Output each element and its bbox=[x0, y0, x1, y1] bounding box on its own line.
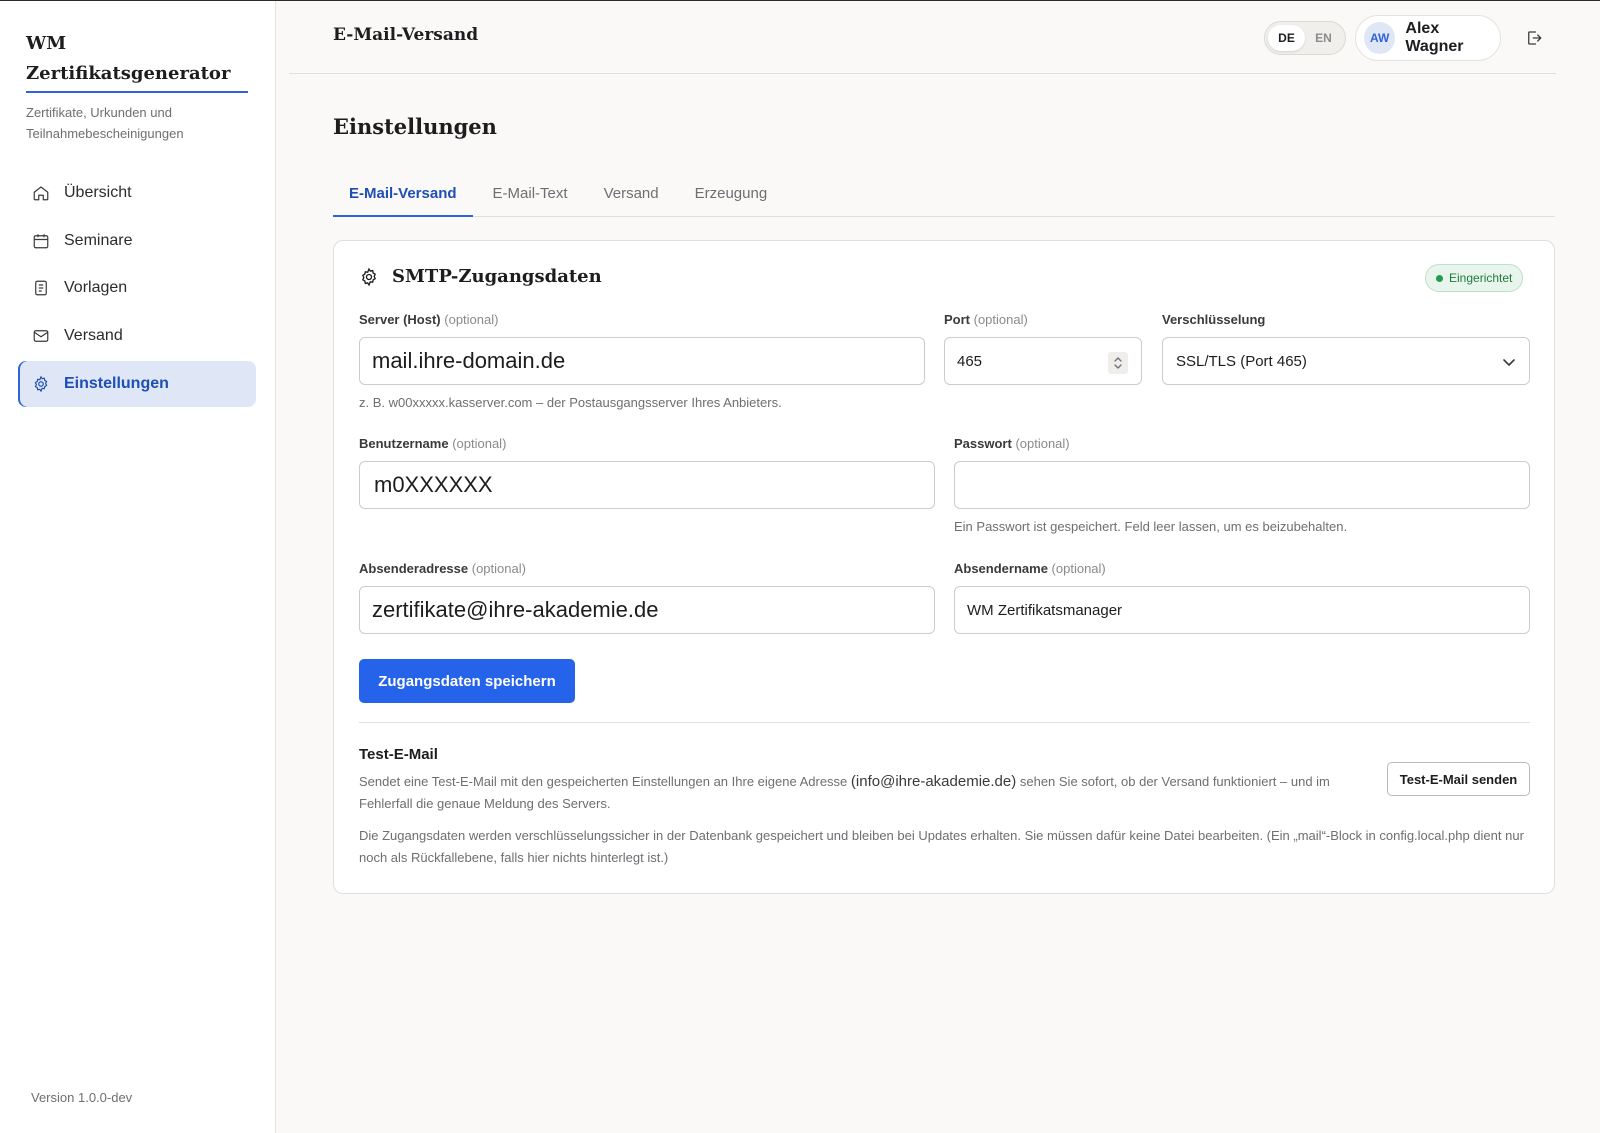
tab-generation[interactable]: Erzeugung bbox=[679, 174, 784, 217]
password-input[interactable] bbox=[954, 461, 1530, 509]
sidebar-nav: Übersicht Seminare Vorlagen Versand Eins… bbox=[18, 170, 256, 408]
test-desc-part-1: Sendet eine Test-E-Mail mit den gespeich… bbox=[359, 774, 848, 789]
optional-tag: (optional) bbox=[1015, 436, 1070, 451]
host-input[interactable] bbox=[359, 337, 925, 385]
sender-address-input[interactable] bbox=[359, 586, 935, 634]
sidebar-item-label: Seminare bbox=[64, 231, 133, 249]
status-text: Eingerichtet bbox=[1449, 271, 1513, 285]
page-title: Einstellungen bbox=[333, 114, 497, 139]
sender-name-label-text: Absendername bbox=[954, 561, 1048, 576]
username-label-text: Benutzername bbox=[359, 436, 449, 451]
test-desc-email: (info@ihre-akademie.de) bbox=[850, 773, 1017, 790]
section-divider bbox=[359, 722, 1530, 723]
sidebar-item-dispatch[interactable]: Versand bbox=[18, 313, 256, 359]
user-name: Alex Wagner bbox=[1405, 20, 1464, 55]
status-dot-icon bbox=[1436, 274, 1443, 282]
sidebar-item-label: Versand bbox=[64, 327, 123, 345]
lang-en-button[interactable]: EN bbox=[1305, 25, 1342, 51]
lang-de-button[interactable]: DE bbox=[1268, 25, 1305, 51]
test-email-description: Sendet eine Test-E-Mail mit den gespeich… bbox=[359, 771, 1369, 815]
stepper-arrows-icon bbox=[1114, 357, 1122, 369]
sidebar: WM Zertifikatsgenerator Zertifikate, Urk… bbox=[0, 1, 276, 1133]
test-email-title: Test-E-Mail bbox=[359, 746, 438, 763]
calendar-icon bbox=[33, 233, 49, 249]
encryption-select[interactable]: SSL/TLS (Port 465) bbox=[1162, 337, 1530, 385]
username-input[interactable] bbox=[359, 461, 935, 509]
encryption-value: SSL/TLS (Port 465) bbox=[1176, 352, 1307, 370]
language-switcher: DE EN bbox=[1264, 21, 1346, 55]
host-hint: z. B. w00xxxxx.kasserver.com – der Posta… bbox=[359, 395, 782, 410]
user-menu[interactable]: AW Alex Wagner bbox=[1355, 15, 1501, 61]
avatar: AW bbox=[1364, 22, 1396, 54]
app-version: Version 1.0.0-dev bbox=[31, 1090, 133, 1105]
sidebar-item-label: Einstellungen bbox=[64, 374, 169, 392]
sender-name-input[interactable] bbox=[954, 586, 1530, 634]
port-label: Port (optional) bbox=[944, 312, 1028, 327]
optional-tag: (optional) bbox=[973, 312, 1028, 327]
username-label: Benutzername (optional) bbox=[359, 436, 506, 451]
card-title: SMTP-Zugangsdaten bbox=[392, 266, 602, 287]
save-credentials-button[interactable]: Zugangsdaten speichern bbox=[359, 659, 575, 703]
tab-email-dispatch[interactable]: E-Mail-Versand bbox=[333, 174, 473, 217]
host-label: Server (Host) (optional) bbox=[359, 312, 498, 327]
smtp-card: SMTP-Zugangsdaten Eingerichtet Server (H… bbox=[333, 240, 1555, 894]
sidebar-item-overview[interactable]: Übersicht bbox=[18, 170, 256, 216]
optional-tag: (optional) bbox=[471, 561, 526, 576]
port-stepper[interactable] bbox=[1108, 352, 1128, 374]
sidebar-item-templates[interactable]: Vorlagen bbox=[18, 265, 256, 311]
sidebar-item-seminars[interactable]: Seminare bbox=[18, 218, 256, 264]
brand-subtitle: Zertifikate, Urkunden und Teilnahmebesch… bbox=[26, 105, 184, 141]
sender-address-label-text: Absenderadresse bbox=[359, 561, 469, 576]
storage-note: Die Zugangsdaten werden verschlüsselungs… bbox=[359, 828, 1524, 865]
mail-icon bbox=[33, 330, 49, 342]
password-hint: Ein Passwort ist gespeichert. Feld leer … bbox=[954, 519, 1348, 534]
document-icon bbox=[35, 281, 47, 296]
sender-name-label: Absendername (optional) bbox=[954, 561, 1106, 576]
logout-icon[interactable] bbox=[1525, 29, 1543, 47]
chevron-down-icon bbox=[1503, 359, 1515, 366]
gear-icon bbox=[34, 375, 48, 393]
brand-line-2: Zertifikatsgenerator bbox=[26, 63, 231, 84]
optional-tag: (optional) bbox=[1051, 561, 1106, 576]
encryption-label: Verschlüsselung bbox=[1162, 312, 1266, 327]
sidebar-item-label: Übersicht bbox=[64, 184, 132, 201]
settings-tabs: E-Mail-Versand E-Mail-Text Versand Erzeu… bbox=[333, 174, 1555, 217]
brand-logo[interactable]: WM Zertifikatsgenerator bbox=[26, 29, 248, 93]
home-icon bbox=[33, 186, 49, 201]
header-title: E-Mail-Versand bbox=[333, 25, 479, 45]
brand-line-1: WM bbox=[26, 33, 67, 54]
port-label-text: Port bbox=[944, 312, 970, 327]
card-header: SMTP-Zugangsdaten bbox=[359, 266, 602, 287]
tab-email-text[interactable]: E-Mail-Text bbox=[477, 174, 584, 217]
gear-icon bbox=[361, 267, 377, 286]
sender-address-label: Absenderadresse (optional) bbox=[359, 561, 526, 576]
send-test-email-button[interactable]: Test-E-Mail senden bbox=[1387, 762, 1530, 796]
sidebar-item-label: Vorlagen bbox=[64, 279, 128, 297]
optional-tag: (optional) bbox=[444, 312, 499, 327]
sidebar-item-settings[interactable]: Einstellungen bbox=[18, 360, 256, 407]
password-label-text: Passwort bbox=[954, 436, 1012, 451]
host-label-text: Server (Host) bbox=[359, 312, 441, 327]
optional-tag: (optional) bbox=[452, 436, 507, 451]
top-header: E-Mail-Versand DE EN AW Alex Wagner bbox=[289, 1, 1556, 74]
status-badge: Eingerichtet bbox=[1425, 264, 1524, 292]
password-label: Passwort (optional) bbox=[954, 436, 1070, 451]
tab-dispatch[interactable]: Versand bbox=[588, 174, 675, 217]
